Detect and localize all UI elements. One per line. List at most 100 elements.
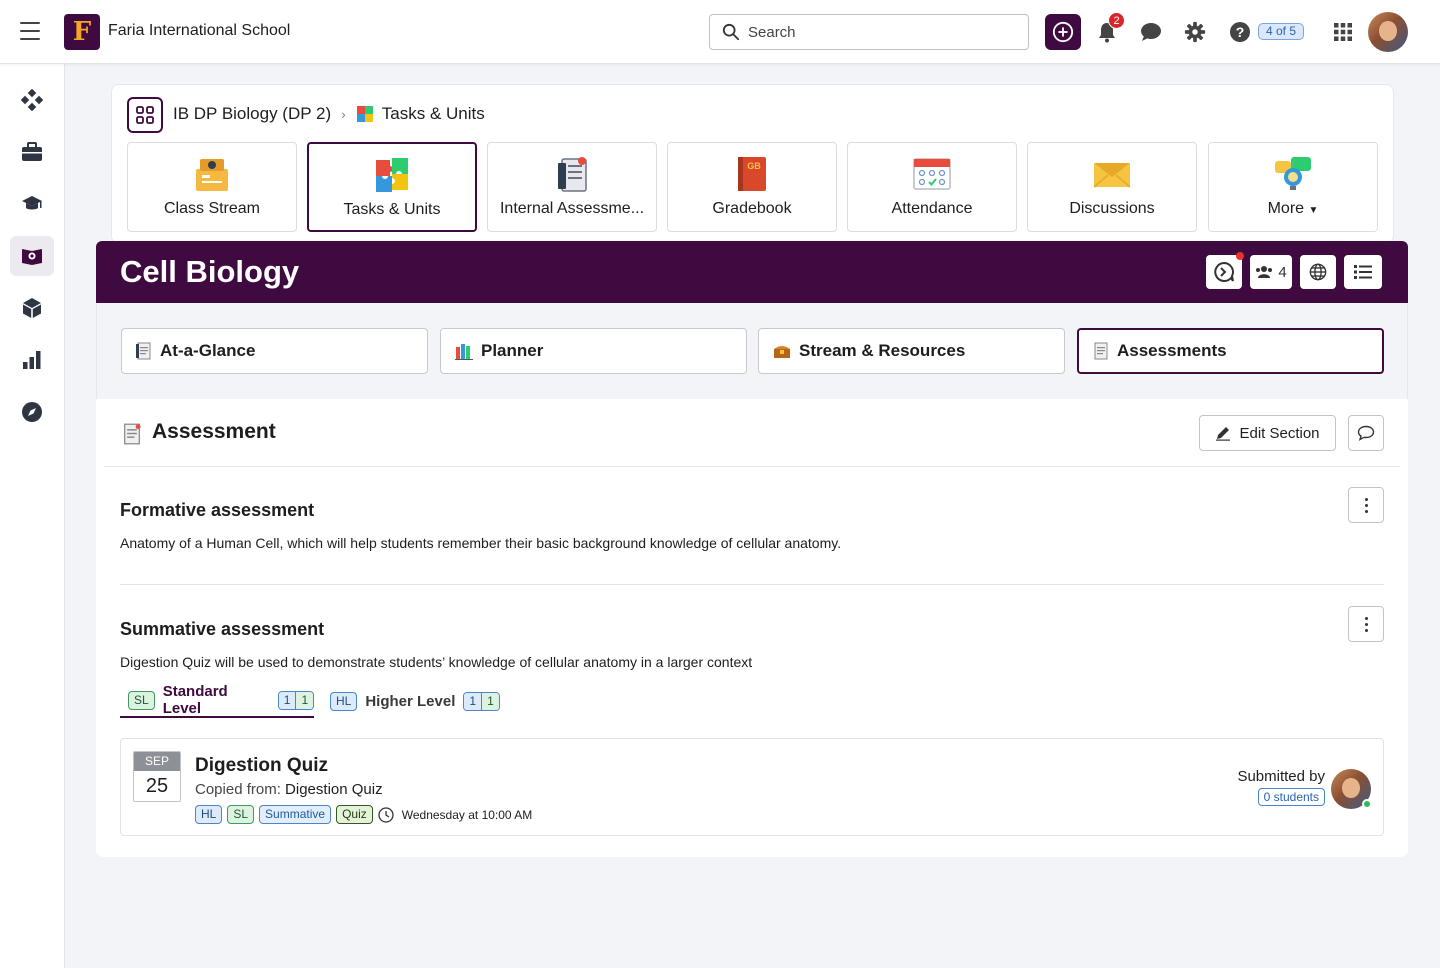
tool-label: Internal Assessme...	[499, 200, 645, 217]
tool-attendance[interactable]: Attendance	[847, 142, 1017, 232]
tool-label: Tasks & Units	[343, 201, 441, 218]
search-box[interactable]	[709, 14, 1029, 50]
summative-more-button[interactable]	[1348, 606, 1384, 642]
caret-down-icon: ▼	[1308, 205, 1319, 216]
comment-icon	[1357, 425, 1375, 441]
unit-title: Cell Biology	[120, 254, 300, 289]
tab-standard-level[interactable]: SL Standard Level 11	[120, 683, 314, 718]
tab-assessments[interactable]: Assessments	[1077, 328, 1384, 374]
tool-internal-assessment[interactable]: Internal Assessme...	[487, 142, 657, 232]
search-input[interactable]	[748, 23, 1008, 41]
tool-gradebook[interactable]: GB Gradebook	[667, 142, 837, 232]
tool-tasks-units[interactable]: Tasks & Units	[307, 142, 477, 232]
formative-more-button[interactable]	[1348, 487, 1384, 523]
grid-icon	[136, 106, 154, 124]
edit-section-button[interactable]: Edit Section	[1199, 415, 1336, 451]
clipboard-icon	[558, 157, 587, 192]
divider	[120, 584, 1384, 585]
envelope-icon	[1093, 163, 1131, 188]
notifications-button[interactable]: 2	[1093, 12, 1125, 50]
cube-icon	[23, 298, 41, 318]
chat-icon	[1214, 261, 1234, 282]
sidebar-item-resources[interactable]	[10, 288, 54, 328]
assessment-section: Assessment Edit Section Formative assess…	[96, 399, 1408, 857]
tool-discussions[interactable]: Discussions	[1027, 142, 1197, 232]
svg-text:GB: GB	[747, 161, 761, 171]
help-icon: ?	[1230, 22, 1250, 42]
summative-tag: Summative	[259, 805, 332, 824]
submitted-students-link[interactable]: 0 students	[1257, 788, 1325, 806]
people-icon	[1256, 266, 1273, 278]
course-tools-card: IB DP Biology (DP 2) › Tasks & Units Cla…	[111, 84, 1394, 244]
section-title: Assessment	[152, 420, 276, 443]
puzzle-icon	[376, 158, 408, 192]
members-count: 4	[1278, 263, 1287, 281]
top-bar: F Faria International School 2 ? 4 of 5	[0, 0, 1440, 64]
tab-planner[interactable]: Planner	[440, 328, 747, 374]
summative-description: Digestion Quiz will be used to demonstra…	[120, 654, 753, 670]
help-button[interactable]: ?	[1227, 14, 1253, 50]
notepad-icon	[124, 423, 141, 445]
gear-icon	[1184, 21, 1206, 43]
chat-bubble-icon	[1141, 23, 1161, 41]
search-icon	[722, 23, 740, 41]
task-card[interactable]: SEP 25 Digestion Quiz Copied from: Diges…	[120, 738, 1384, 836]
tab-at-a-glance[interactable]: At-a-Glance	[121, 328, 428, 374]
notepad-icon	[136, 342, 151, 360]
create-button[interactable]	[1045, 14, 1081, 50]
course-menu-button[interactable]	[127, 97, 163, 133]
tool-class-stream[interactable]: Class Stream	[127, 142, 297, 232]
school-logo[interactable]: F	[64, 14, 100, 50]
bar-chart-icon	[23, 351, 41, 369]
tab-higher-level[interactable]: HL Higher Level 11	[330, 684, 500, 718]
quiz-tag: Quiz	[336, 805, 373, 824]
class-stream-icon	[196, 159, 228, 191]
unit-members-button[interactable]: 4	[1250, 255, 1292, 289]
section-comments-button[interactable]	[1348, 415, 1384, 451]
unit-chat-button[interactable]	[1206, 252, 1244, 289]
formative-description: Anatomy of a Human Cell, which will help…	[120, 535, 842, 551]
breadcrumb: IB DP Biology (DP 2) › Tasks & Units	[173, 104, 485, 124]
summative-title: Summative assessment	[120, 619, 325, 639]
hl-tag: HL	[330, 691, 358, 711]
level-label: Higher Level	[365, 692, 456, 710]
apps-button[interactable]	[1330, 14, 1356, 50]
task-tags: HL SL Summative Quiz Wednesday at 10:00 …	[195, 805, 532, 824]
sidebar-item-portfolio[interactable]	[10, 132, 54, 172]
tab-stream-resources[interactable]: Stream & Resources	[758, 328, 1065, 374]
clock-icon	[378, 806, 394, 823]
unit-header: Cell Biology 4	[96, 241, 1408, 303]
sl-tag: SL	[128, 690, 155, 710]
tool-label: Gradebook	[712, 200, 792, 217]
school-name[interactable]: Faria International School	[108, 22, 290, 40]
tool-more[interactable]: More ▼	[1208, 142, 1378, 232]
online-status-dot	[1362, 799, 1372, 809]
notification-badge: 2	[1108, 12, 1125, 29]
menu-icon[interactable]	[20, 22, 40, 40]
plus-circle-icon	[1052, 21, 1074, 43]
formative-title: Formative assessment	[120, 500, 315, 520]
sidebar-item-explore[interactable]	[10, 392, 54, 432]
sidebar-item-dashboard[interactable]	[10, 80, 54, 120]
notepad-icon	[1094, 342, 1108, 360]
gradebook-icon: GB	[738, 157, 766, 191]
sidebar-item-courses[interactable]	[10, 184, 54, 224]
level-counts: 11	[463, 691, 500, 711]
user-avatar[interactable]	[1368, 12, 1408, 52]
unit-section-tabs: At-a-Glance Planner Stream & Resources A…	[96, 303, 1408, 399]
level-counts: 11	[277, 690, 314, 710]
task-title[interactable]: Digestion Quiz	[195, 755, 328, 777]
sidebar-item-classes[interactable]	[10, 236, 54, 276]
globe-icon	[1309, 263, 1327, 281]
settings-button[interactable]	[1182, 14, 1208, 50]
submission-status: Submitted by 0 students	[1237, 768, 1325, 806]
help-progress-badge[interactable]: 4 of 5	[1258, 23, 1305, 40]
sidebar-item-reports[interactable]	[10, 340, 54, 380]
diamond-grid-icon	[21, 89, 43, 111]
messages-button[interactable]	[1138, 14, 1164, 50]
unit-outline-button[interactable]	[1344, 255, 1382, 289]
breadcrumb-course[interactable]: IB DP Biology (DP 2)	[173, 104, 331, 124]
graduation-cap-icon	[22, 196, 42, 210]
unit-visibility-button[interactable]	[1300, 255, 1336, 289]
chest-icon	[774, 346, 790, 358]
